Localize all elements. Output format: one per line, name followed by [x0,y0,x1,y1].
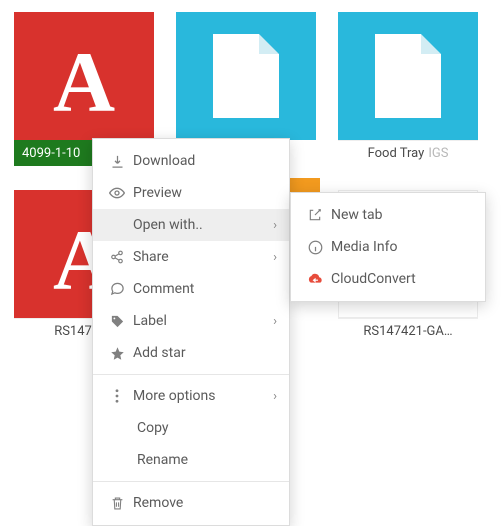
context-submenu: New tab Media Info CloudConvert [290,192,486,302]
menu-label: More options [133,388,273,404]
menu-item-add-star[interactable]: Add star [93,337,289,369]
menu-label: Copy [137,420,277,436]
eye-icon [105,187,129,199]
menu-item-share[interactable]: Share › [93,241,289,273]
chevron-right-icon: › [273,389,277,404]
menu-label: Add star [133,345,277,361]
menu-label: Media Info [331,239,473,255]
thumbnail-partial [290,178,320,192]
menu-label: Comment [133,281,277,297]
menu-item-preview[interactable]: Preview [93,177,289,209]
menu-item-copy[interactable]: Copy [93,412,289,444]
external-link-icon [303,208,327,222]
menu-item-download[interactable]: Download [93,145,289,177]
comment-icon [105,282,129,296]
menu-label: New tab [331,207,473,223]
thumbnail [176,12,316,140]
chevron-right-icon: › [273,250,277,265]
menu-item-rename[interactable]: Rename [93,444,289,476]
menu-label: Share [133,249,273,265]
menu-separator [93,481,289,482]
menu-label: CloudConvert [331,271,473,287]
menu-item-remove[interactable]: Remove [93,487,289,519]
download-icon [105,154,129,169]
share-icon [105,250,129,264]
submenu-item-cloudconvert[interactable]: CloudConvert [291,263,485,295]
star-icon [105,346,129,361]
document-icon [375,34,441,118]
chevron-right-icon: › [273,218,277,233]
menu-item-open-with[interactable]: Open with.. › [93,209,289,241]
autocad-icon: A [53,39,115,125]
file-label: RS147421-GA… [338,318,478,344]
menu-label: Open with.. [133,217,273,233]
menu-label: Preview [133,185,277,201]
tag-icon [105,314,129,329]
menu-label: Remove [133,495,277,511]
menu-item-comment[interactable]: Comment [93,273,289,305]
submenu-item-new-tab[interactable]: New tab [291,199,485,231]
thumbnail: A [14,12,154,140]
file-name: Food Tray [368,146,425,161]
trash-icon [105,496,129,511]
file-extension: IGS [428,146,448,161]
info-icon [303,240,327,255]
menu-label: Label [133,313,273,329]
menu-label: Download [133,153,277,169]
context-menu: Download Preview Open with.. › Share › C… [92,138,290,526]
chevron-right-icon: › [273,314,277,329]
document-icon [213,34,279,118]
menu-separator [93,374,289,375]
thumbnail [338,12,478,140]
menu-item-label[interactable]: Label › [93,305,289,337]
cloudconvert-icon [303,273,327,285]
menu-label: Rename [137,452,277,468]
submenu-item-media-info[interactable]: Media Info [291,231,485,263]
file-tile[interactable]: Food Tray IGS [338,12,478,166]
more-icon [105,389,129,403]
file-label: Food Tray IGS [338,140,478,166]
menu-item-more-options[interactable]: More options › [93,380,289,412]
